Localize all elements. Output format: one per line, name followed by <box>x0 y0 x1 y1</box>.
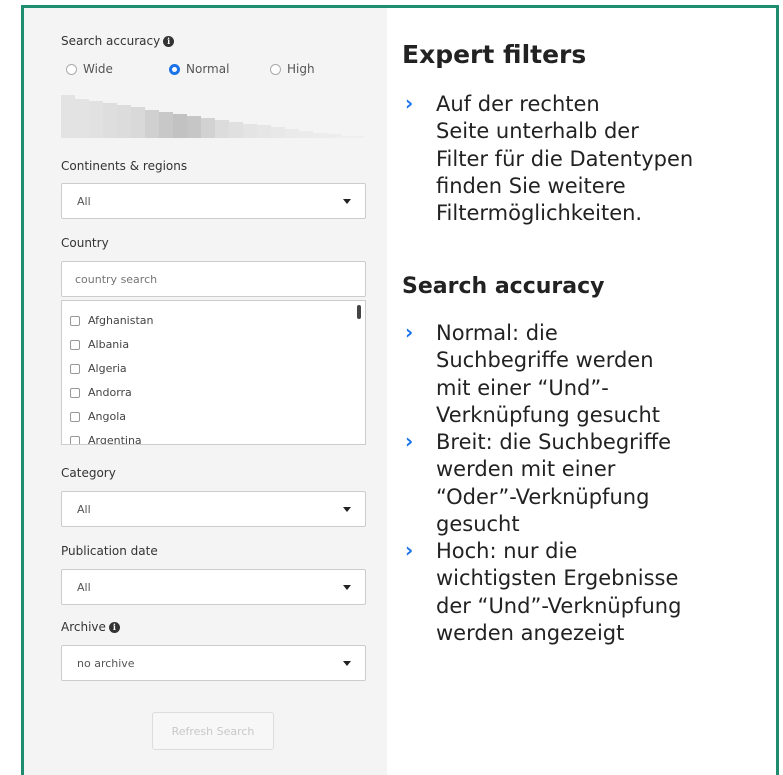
list-scrollbar[interactable] <box>357 305 361 319</box>
chevron-right-icon: › <box>405 91 414 115</box>
publication-date-label: Publication date <box>61 544 158 558</box>
country-item[interactable]: Argentina <box>70 434 142 444</box>
chevron-right-icon: › <box>405 320 414 344</box>
radio-normal[interactable]: Normal <box>169 62 229 76</box>
radio-circle[interactable] <box>270 63 281 75</box>
caret-down-icon <box>343 661 351 666</box>
category-label: Category <box>61 466 116 480</box>
info-icon[interactable]: i <box>108 622 120 633</box>
country-label: Country <box>61 236 109 250</box>
bullet-item: › Hoch: nur die wichtigsten Ergebnisse d… <box>402 538 681 647</box>
radio-circle-checked[interactable] <box>169 63 180 75</box>
archive-select[interactable]: no archive <box>61 645 366 681</box>
category-select[interactable]: All <box>61 491 366 527</box>
checkbox[interactable] <box>70 435 80 444</box>
accuracy-histogram <box>61 95 364 138</box>
chevron-right-icon: › <box>405 429 414 453</box>
chevron-right-icon: › <box>405 538 414 562</box>
checkbox[interactable] <box>70 315 80 326</box>
checkbox[interactable] <box>70 339 80 350</box>
continents-label: Continents & regions <box>61 159 188 173</box>
filter-panel: Search accuracy i Wide Normal High Conti… <box>24 8 387 775</box>
search-accuracy-label: Search accuracy i <box>61 34 175 48</box>
info-icon[interactable]: i <box>163 36 175 47</box>
checkbox[interactable] <box>70 411 80 422</box>
bullet-item: › Breit: die Suchbegriffe werden mit ein… <box>402 429 671 538</box>
country-item[interactable]: Afghanistan <box>70 314 153 327</box>
publication-date-select[interactable]: All <box>61 569 366 605</box>
bullet-item: › Auf der rechten Seite unterhalb der Fi… <box>402 91 693 227</box>
archive-label: Archive i <box>61 620 120 634</box>
country-item[interactable]: Andorra <box>70 386 132 399</box>
country-item[interactable]: Albania <box>70 338 129 351</box>
expert-filters-heading: Expert filters <box>402 40 587 69</box>
radio-high[interactable]: High <box>270 62 315 76</box>
country-search-input[interactable] <box>61 261 366 297</box>
search-accuracy-heading: Search accuracy <box>402 274 605 299</box>
slide-frame: Search accuracy i Wide Normal High Conti… <box>21 5 779 775</box>
bullet-item: › Normal: die Suchbegriffe werden mit ei… <box>402 320 660 429</box>
caret-down-icon <box>343 507 351 512</box>
checkbox[interactable] <box>70 387 80 398</box>
caret-down-icon <box>343 585 351 590</box>
refresh-search-button[interactable]: Refresh Search <box>152 712 274 750</box>
country-item[interactable]: Angola <box>70 410 126 423</box>
radio-wide[interactable]: Wide <box>66 62 113 76</box>
country-list[interactable]: Afghanistan Albania Algeria Andorra Ango… <box>61 300 366 445</box>
radio-circle[interactable] <box>66 63 77 75</box>
caret-down-icon <box>343 199 351 204</box>
country-item[interactable]: Algeria <box>70 362 127 375</box>
checkbox[interactable] <box>70 363 80 374</box>
continents-select[interactable]: All <box>61 183 366 219</box>
